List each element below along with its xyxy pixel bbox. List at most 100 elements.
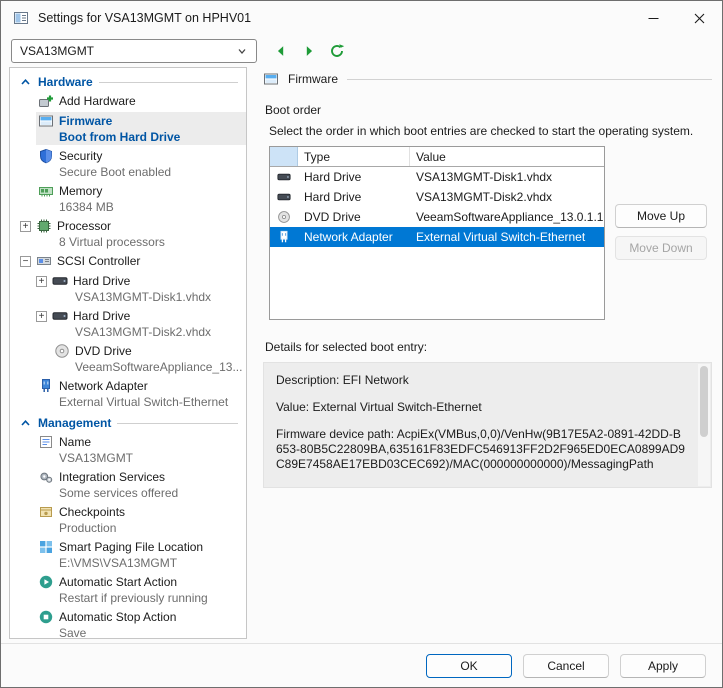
sidebar-item-smart-paging[interactable]: Smart Paging File Location E:\VMS\VSA13M… [10,538,246,571]
section-label: Hardware [38,75,93,89]
tree-item-label: Checkpoints [59,505,125,520]
move-up-button[interactable]: Move Up [615,204,707,228]
tree-item-subtext: VeeamSoftwareAppliance_13... [10,360,246,375]
divider [347,79,712,80]
expand-icon[interactable] [36,276,47,287]
table-header-row: Type Value [270,147,604,167]
tree-item-label: Add Hardware [59,94,136,109]
main-panel: Firmware Boot order Select the order in … [255,67,714,639]
vm-selector[interactable]: VSA13MGMT [11,39,257,63]
sidebar-item-dvd-drive[interactable]: DVD Drive VeeamSoftwareAppliance_13... [10,342,246,375]
details-scrollbar-thumb[interactable] [700,366,708,437]
boot-order-description: Select the order in which boot entries a… [269,124,712,138]
collapse-chevron-icon [20,77,31,87]
expand-icon[interactable] [20,221,31,232]
sidebar-item-integration-services[interactable]: Integration Services Some services offer… [10,468,246,501]
details-device-path: Firmware device path: AcpiEx(VMBus,0,0)/… [276,427,687,472]
boot-entry-row[interactable]: Hard Drive VSA13MGMT-Disk2.vhdx [270,187,604,207]
sidebar-item-hard-drive-1[interactable]: Hard Drive VSA13MGMT-Disk1.vhdx [10,272,246,305]
hard-drive-icon [52,273,68,289]
tree-item-label: DVD Drive [75,344,132,359]
tree-item-subtext: Production [10,521,246,536]
toolbar: VSA13MGMT [1,35,722,67]
divider [117,423,238,424]
sidebar-item-checkpoints[interactable]: Checkpoints Production [10,503,246,536]
value-column-header[interactable]: Value [410,147,604,166]
add-hardware-icon [38,93,54,109]
close-icon [694,13,705,24]
dvd-drive-icon [54,343,70,359]
tree-item-subtext: VSA13MGMT [10,451,246,466]
minimize-button[interactable] [630,1,676,35]
ok-button[interactable]: OK [426,654,512,678]
boot-entry-row-selected[interactable]: Network Adapter External Virtual Switch-… [270,227,604,247]
section-hardware[interactable]: Hardware [10,71,246,92]
navigate-back-button[interactable] [269,39,293,63]
refresh-button[interactable] [325,39,349,63]
checkpoints-icon [38,504,54,520]
sidebar-item-memory[interactable]: Memory 16384 MB [10,182,246,215]
hard-drive-icon [270,170,298,184]
tree-item-subtext: VSA13MGMT-Disk1.vhdx [10,290,246,305]
details-value: Value: External Virtual Switch-Ethernet [276,400,687,415]
expand-icon[interactable] [36,311,47,322]
sidebar-item-firmware[interactable]: Firmware Boot from Hard Drive [10,112,246,145]
boot-entry-row[interactable]: DVD Drive VeeamSoftwareAppliance_13.0.1.… [270,207,604,227]
tree-item-subtext: Save [10,626,246,639]
close-button[interactable] [676,1,722,35]
sidebar-item-auto-stop[interactable]: Automatic Stop Action Save [10,608,246,639]
details-label: Details for selected boot entry: [265,340,712,354]
apply-button[interactable]: Apply [620,654,706,678]
icon-column-header[interactable] [270,147,298,166]
navigate-forward-button[interactable] [297,39,321,63]
tree-item-label: Security [59,149,102,164]
hardware-tree: Hardware Add Hardware Firmware Boot from… [9,67,247,639]
sidebar-item-security[interactable]: Security Secure Boot enabled [10,147,246,180]
section-label: Management [38,416,111,430]
sidebar-item-auto-start[interactable]: Automatic Start Action Restart if previo… [10,573,246,606]
memory-icon [38,183,54,199]
shield-icon [38,148,54,164]
hard-drive-icon [52,308,68,324]
boot-order-label: Boot order [265,103,712,117]
details-description: Description: EFI Network [276,373,687,388]
firmware-icon [263,71,279,87]
tree-item-subtext: VSA13MGMT-Disk2.vhdx [10,325,246,340]
auto-stop-icon [38,609,54,625]
section-management[interactable]: Management [10,412,246,433]
details-scrollbar[interactable] [698,364,710,486]
sidebar-item-scsi-controller[interactable]: SCSI Controller [10,252,246,270]
main-header: Firmware [263,71,712,87]
boot-entry-row[interactable]: Hard Drive VSA13MGMT-Disk1.vhdx [270,167,604,187]
tree-item-subtext: Secure Boot enabled [10,165,246,180]
tree-item-subtext: External Virtual Switch-Ethernet [10,395,246,410]
scsi-controller-icon [36,253,52,269]
tree-item-subtext: 8 Virtual processors [10,235,246,250]
move-down-button: Move Down [615,236,707,260]
collapse-chevron-icon [20,418,31,428]
sidebar-item-processor[interactable]: Processor 8 Virtual processors [10,217,246,250]
dvd-drive-icon [270,210,298,224]
chevron-down-icon [236,45,248,57]
hard-drive-icon [270,190,298,204]
tree-item-subtext: Boot from Hard Drive [10,130,246,145]
back-arrow-icon [274,44,288,58]
collapse-icon[interactable] [20,256,31,267]
integration-services-icon [38,469,54,485]
tree-item-label: Processor [57,219,111,234]
sidebar-item-name[interactable]: Name VSA13MGMT [10,433,246,466]
main-header-title: Firmware [288,72,338,86]
tree-item-subtext: E:\VMS\VSA13MGMT [10,556,246,571]
type-column-header[interactable]: Type [298,147,410,166]
tree-item-label: Automatic Start Action [59,575,177,590]
divider [99,82,238,83]
sidebar-item-add-hardware[interactable]: Add Hardware [10,92,246,110]
vm-selector-value: VSA13MGMT [20,44,94,58]
tree-item-label: SCSI Controller [57,254,140,269]
tree-item-subtext: Some services offered [10,486,246,501]
tree-item-label: Automatic Stop Action [59,610,176,625]
dialog-footer: OK Cancel Apply [1,643,722,687]
cancel-button[interactable]: Cancel [523,654,609,678]
sidebar-item-hard-drive-2[interactable]: Hard Drive VSA13MGMT-Disk2.vhdx [10,307,246,340]
sidebar-item-network-adapter[interactable]: Network Adapter External Virtual Switch-… [10,377,246,410]
